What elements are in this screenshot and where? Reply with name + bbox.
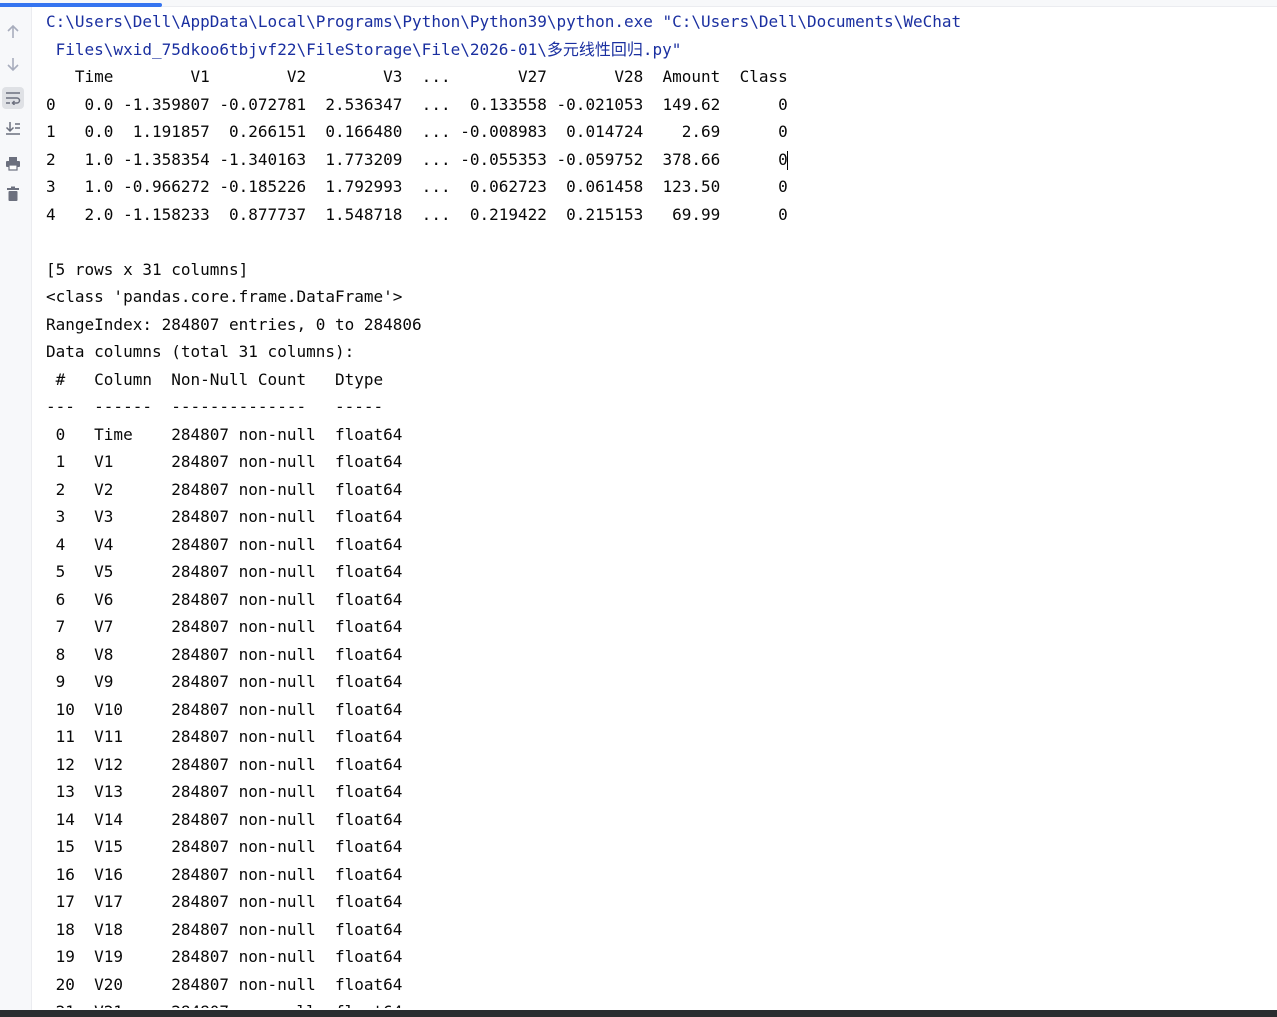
head-row: 1 0.0 1.191857 0.266151 0.166480 ... -0.… [46, 122, 788, 141]
range-index-line: RangeIndex: 284807 entries, 0 to 284806 [46, 314, 422, 334]
vertical-scrollbar[interactable] [1267, 7, 1277, 1010]
info-row: 17 V17 284807 non-null float64 [46, 892, 403, 911]
class-line: <class 'pandas.core.frame.DataFrame'> [46, 287, 403, 306]
tool-window-header [0, 0, 1277, 7]
head-row: 0 0.0 -1.359807 -0.072781 2.536347 ... 0… [46, 94, 788, 114]
info-row: 21 V21 284807 non-null float64 [46, 998, 1261, 1008]
head-row: 4 2.0 -1.158233 0.877737 1.548718 ... 0.… [46, 204, 788, 224]
info-row: 19 V19 284807 non-null float64 [46, 947, 403, 966]
info-row: 4 V4 284807 non-null float64 [46, 534, 403, 554]
info-row: 3 V3 284807 non-null float64 [46, 507, 403, 526]
head-row: 2 1.0 -1.358354 -1.340163 1.773209 ... -… [46, 149, 788, 169]
info-row: 16 V16 284807 non-null float64 [46, 864, 403, 884]
command-line: C:\Users\Dell\AppData\Local\Programs\Pyt… [46, 12, 962, 31]
text-caret [786, 150, 789, 170]
info-row: 0 Time 284807 non-null float64 [46, 424, 403, 444]
info-row: 8 V8 284807 non-null float64 [46, 644, 403, 664]
info-header: # Column Non-Null Count Dtype [46, 369, 384, 389]
trash-icon[interactable] [2, 183, 24, 205]
info-row: 14 V14 284807 non-null float64 [46, 809, 403, 829]
info-row: 5 V5 284807 non-null float64 [46, 562, 403, 581]
head-row-with-caret: 2 1.0 -1.358354 -1.340163 1.773209 ... -… [46, 146, 1261, 174]
command-line: Files\wxid_75dkoo6tbjvf22\FileStorage\Fi… [46, 39, 682, 59]
head-row: 3 1.0 -0.966272 -0.185226 1.792993 ... 0… [46, 177, 788, 196]
scroll-to-end-icon[interactable] [2, 118, 24, 140]
info-row: 6 V6 284807 non-null float64 [46, 589, 403, 609]
info-row: 13 V13 284807 non-null float64 [46, 782, 403, 801]
print-icon[interactable] [2, 152, 24, 174]
info-row: 20 V20 284807 non-null float64 [46, 974, 403, 994]
console-output[interactable]: C:\Users\Dell\AppData\Local\Programs\Pyt… [46, 8, 1261, 1008]
shape-line: [5 rows x 31 columns] [46, 259, 249, 279]
info-row: 18 V18 284807 non-null float64 [46, 919, 403, 939]
arrow-up-icon[interactable] [2, 21, 24, 43]
data-columns-line: Data columns (total 31 columns): [46, 342, 355, 361]
info-separator: --- ------ -------------- ----- [46, 397, 384, 416]
info-row: 12 V12 284807 non-null float64 [46, 754, 403, 774]
console-toolbar [0, 7, 32, 1010]
head-header: Time V1 V2 V3 ... V27 V28 Amount Class [46, 67, 788, 86]
info-row: 2 V2 284807 non-null float64 [46, 479, 403, 499]
info-row: 10 V10 284807 non-null float64 [46, 699, 403, 719]
status-bar [0, 1010, 1277, 1017]
info-row: 9 V9 284807 non-null float64 [46, 672, 403, 691]
info-row: 7 V7 284807 non-null float64 [46, 617, 403, 636]
soft-wrap-icon[interactable] [2, 87, 24, 109]
arrow-down-icon[interactable] [2, 53, 24, 75]
info-row: 1 V1 284807 non-null float64 [46, 452, 403, 471]
info-row: 11 V11 284807 non-null float64 [46, 727, 403, 746]
info-row: 15 V15 284807 non-null float64 [46, 837, 403, 856]
